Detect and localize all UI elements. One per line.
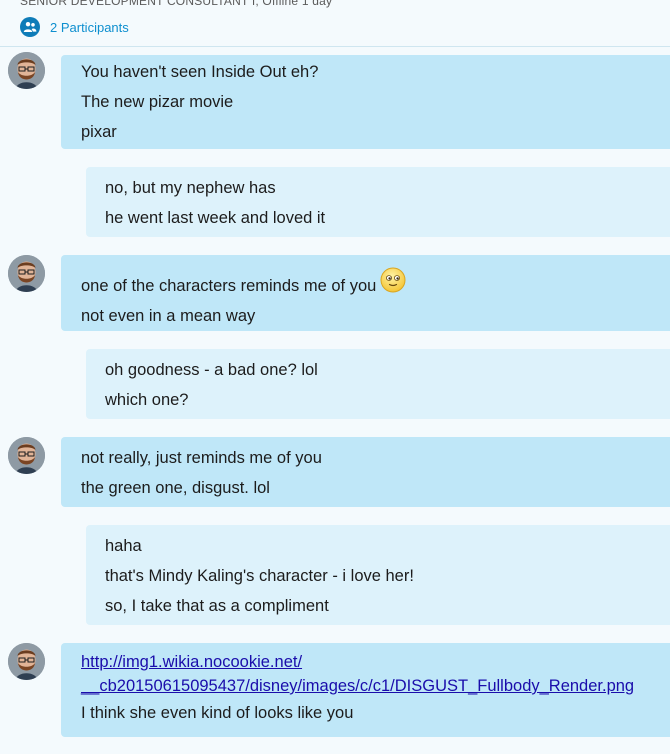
avatar[interactable] [8,643,45,680]
message-line: The new pizar movie [81,93,234,111]
message-bubble-incoming[interactable]: not really, just reminds me of you the g… [61,437,670,507]
participants-icon [20,17,40,37]
message-line: not even in a mean way [81,307,256,325]
message-bubble-outgoing[interactable]: no, but my nephew has he went last week … [86,167,670,237]
message-line: which one? [105,391,189,409]
conversation-header: SENIOR DEVELOPMENT CONSULTANT I, Offline… [0,0,670,47]
message-line: the green one, disgust. lol [81,479,270,497]
message-line: so, I take that as a compliment [105,597,329,615]
message-bubble-incoming[interactable]: one of the characters reminds me of you … [61,255,670,331]
message-bubble-incoming[interactable]: http://img1.wikia.nocookie.net/ __cb2015… [61,643,670,737]
message-line: not really, just reminds me of you [81,449,322,467]
message-line: he went last week and loved it [105,209,326,227]
message-line: I think she even kind of looks like you [81,704,354,722]
participants-button[interactable]: 2 Participants [20,16,129,38]
message-bubble-incoming[interactable]: You haven't seen Inside Out eh? The new … [61,55,670,149]
avatar[interactable] [8,52,45,89]
message-line: You haven't seen Inside Out eh? [81,63,319,81]
avatar[interactable] [8,437,45,474]
message-line: pixar [81,123,117,141]
message-link[interactable]: http://img1.wikia.nocookie.net/ __cb2015… [81,650,670,698]
message-line: that's Mindy Kaling's character - i love… [105,567,414,585]
message-line: oh goodness - a bad one? lol [105,361,318,379]
contact-status: SENIOR DEVELOPMENT CONSULTANT I, Offline… [20,0,333,8]
message-list[interactable]: You haven't seen Inside Out eh? The new … [0,47,670,754]
participants-label: 2 Participants [50,19,129,35]
smiley-emoji-icon [380,267,406,293]
message-bubble-outgoing[interactable]: oh goodness - a bad one? lol which one? [86,349,670,419]
message-bubble-outgoing[interactable]: haha that's Mindy Kaling's character - i… [86,525,670,625]
message-line: one of the characters reminds me of you [81,267,670,301]
avatar[interactable] [8,255,45,292]
message-line: haha [105,537,142,555]
message-line: no, but my nephew has [105,179,276,197]
